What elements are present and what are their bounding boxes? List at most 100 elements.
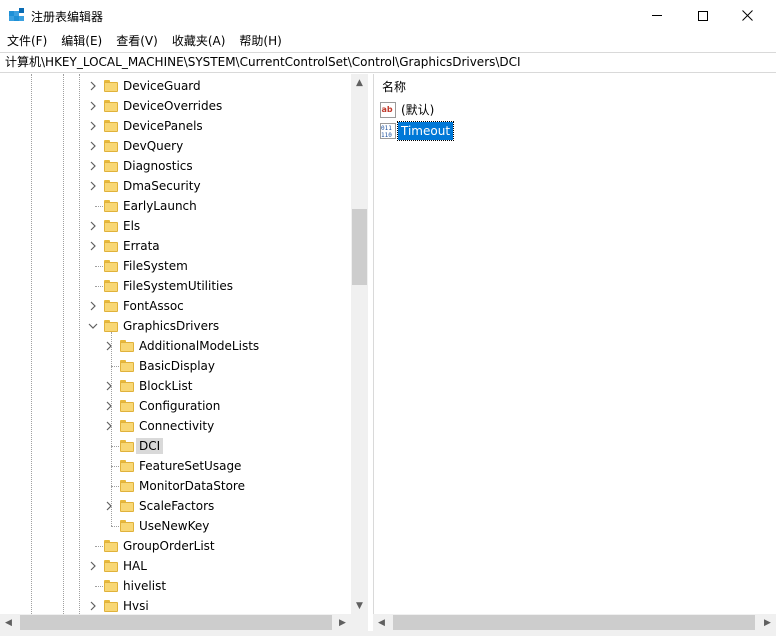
- menu-view[interactable]: 查看(V): [109, 31, 165, 51]
- chevron-right-icon[interactable]: [88, 81, 98, 91]
- chevron-right-icon[interactable]: [88, 561, 98, 571]
- minimize-button[interactable]: [634, 0, 680, 31]
- chevron-right-icon[interactable]: [88, 161, 98, 171]
- registry-value-list[interactable]: 名称 ab (默认) 011 110 Timeout: [373, 74, 776, 614]
- tree-node[interactable]: DevQuery: [0, 136, 351, 156]
- tree-node[interactable]: BlockList: [0, 376, 351, 396]
- tree-node[interactable]: Connectivity: [0, 416, 351, 436]
- tree-node-label: GroupOrderList: [123, 539, 215, 553]
- tree-node-label: Diagnostics: [123, 159, 193, 173]
- chevron-right-icon[interactable]: [104, 501, 114, 511]
- folder-icon: [104, 540, 118, 552]
- tree-node[interactable]: Errata: [0, 236, 351, 256]
- chevron-down-icon[interactable]: [88, 321, 98, 331]
- tree-node-label: BasicDisplay: [139, 359, 216, 373]
- value-name-selected: Timeout: [396, 121, 455, 141]
- tree-node[interactable]: Els: [0, 216, 351, 236]
- tree-vertical-scroll-thumb[interactable]: [352, 209, 367, 285]
- tree-node[interactable]: GroupOrderList: [0, 536, 351, 556]
- tree-node[interactable]: HAL: [0, 556, 351, 576]
- svg-text:011: 011: [381, 125, 392, 132]
- binary-value-icon: 011 110: [380, 123, 396, 139]
- folder-icon: [104, 240, 118, 252]
- tree-node[interactable]: FontAssoc: [0, 296, 351, 316]
- tree-node[interactable]: ScaleFactors: [0, 496, 351, 516]
- tree-node[interactable]: GraphicsDrivers: [0, 316, 351, 336]
- regedit-app-icon: [9, 8, 24, 21]
- tree-node[interactable]: AdditionalModeLists: [0, 336, 351, 356]
- scroll-up-arrow-icon[interactable]: ▲: [351, 74, 368, 91]
- tree-node-label: DeviceOverrides: [123, 99, 223, 113]
- maximize-button[interactable]: [680, 0, 726, 31]
- tree-horizontal-scroll-thumb[interactable]: [20, 615, 332, 630]
- folder-icon: [104, 600, 118, 612]
- folder-icon: [104, 100, 118, 112]
- folder-icon: [104, 560, 118, 572]
- tree-node[interactable]: MonitorDataStore: [0, 476, 351, 496]
- chevron-right-icon[interactable]: [104, 421, 114, 431]
- folder-icon: [104, 320, 118, 332]
- chevron-right-icon[interactable]: [88, 141, 98, 151]
- tree-connector-line: [111, 446, 119, 447]
- tree-horizontal-scrollbar[interactable]: ◀ ▶: [0, 614, 351, 631]
- folder-icon: [104, 300, 118, 312]
- menu-file[interactable]: 文件(F): [0, 31, 54, 51]
- tree-node-label: Configuration: [139, 399, 221, 413]
- chevron-right-icon[interactable]: [88, 241, 98, 251]
- tree-node[interactable]: Diagnostics: [0, 156, 351, 176]
- scroll-right-arrow-icon[interactable]: ▶: [334, 614, 351, 631]
- tree-node[interactable]: DmaSecurity: [0, 176, 351, 196]
- folder-icon: [120, 420, 134, 432]
- tree-vertical-scrollbar[interactable]: ▲ ▼: [351, 74, 368, 614]
- folder-icon: [104, 160, 118, 172]
- value-horizontal-scroll-thumb[interactable]: [393, 615, 755, 630]
- string-value-icon: ab: [380, 102, 396, 118]
- tree-node[interactable]: DCI: [0, 436, 351, 456]
- folder-icon: [120, 500, 134, 512]
- chevron-right-icon[interactable]: [88, 121, 98, 131]
- tree-node[interactable]: Hvsi: [0, 596, 351, 616]
- chevron-right-icon[interactable]: [104, 381, 114, 391]
- folder-icon: [104, 280, 118, 292]
- menu-help[interactable]: 帮助(H): [232, 31, 288, 51]
- tree-connector-line: [95, 206, 103, 207]
- close-button[interactable]: [724, 0, 770, 31]
- tree-node-label: Els: [123, 219, 141, 233]
- tree-node[interactable]: UseNewKey: [0, 516, 351, 536]
- tree-node-label: DevQuery: [123, 139, 184, 153]
- tree-node[interactable]: hivelist: [0, 576, 351, 596]
- tree-node[interactable]: FileSystemUtilities: [0, 276, 351, 296]
- scroll-right-arrow-icon[interactable]: ▶: [759, 614, 776, 631]
- tree-node[interactable]: Configuration: [0, 396, 351, 416]
- folder-icon: [104, 140, 118, 152]
- value-horizontal-scrollbar[interactable]: ◀ ▶: [373, 614, 776, 631]
- scroll-down-arrow-icon[interactable]: ▼: [351, 597, 368, 614]
- registry-key-tree[interactable]: DeviceGuard DeviceOverrides DevicePanels De…: [0, 74, 368, 631]
- chevron-right-icon[interactable]: [88, 181, 98, 191]
- chevron-right-icon[interactable]: [88, 221, 98, 231]
- tree-node[interactable]: DeviceOverrides: [0, 96, 351, 116]
- address-bar[interactable]: 计算机\HKEY_LOCAL_MACHINE\SYSTEM\CurrentCon…: [0, 52, 776, 73]
- tree-node[interactable]: DeviceGuard: [0, 76, 351, 96]
- tree-node-label: AdditionalModeLists: [139, 339, 260, 353]
- tree-node[interactable]: BasicDisplay: [0, 356, 351, 376]
- tree-node[interactable]: FeatureSetUsage: [0, 456, 351, 476]
- tree-node[interactable]: DevicePanels: [0, 116, 351, 136]
- scroll-left-arrow-icon[interactable]: ◀: [0, 614, 17, 631]
- column-header-name[interactable]: 名称: [374, 74, 776, 100]
- chevron-right-icon[interactable]: [104, 401, 114, 411]
- tree-connector-line: [95, 586, 103, 587]
- scroll-left-arrow-icon[interactable]: ◀: [373, 614, 390, 631]
- tree-node-label: DevicePanels: [123, 119, 203, 133]
- menu-bar: 文件(F) 编辑(E) 查看(V) 收藏夹(A) 帮助(H): [0, 31, 776, 51]
- folder-icon: [120, 360, 134, 372]
- chevron-right-icon[interactable]: [88, 101, 98, 111]
- menu-edit[interactable]: 编辑(E): [54, 31, 109, 51]
- menu-favorites[interactable]: 收藏夹(A): [165, 31, 233, 51]
- tree-node[interactable]: EarlyLaunch: [0, 196, 351, 216]
- chevron-right-icon[interactable]: [88, 601, 98, 611]
- chevron-right-icon[interactable]: [104, 341, 114, 351]
- tree-node[interactable]: FileSystem: [0, 256, 351, 276]
- chevron-right-icon[interactable]: [88, 301, 98, 311]
- tree-node-label: FontAssoc: [123, 299, 184, 313]
